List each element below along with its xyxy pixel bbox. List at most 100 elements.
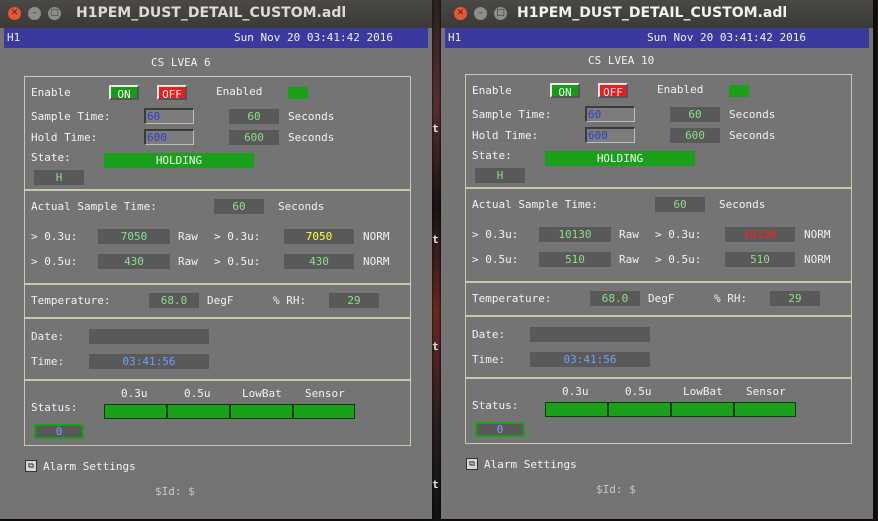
status-value: 0 (34, 424, 84, 439)
alarm-settings-button[interactable]: Alarm Settings (43, 460, 136, 473)
time-label: Time: (472, 353, 506, 366)
norm-label: NORM (363, 230, 390, 243)
site-label: H1 (7, 31, 21, 44)
norm-size-label: > 0.3u: (214, 230, 261, 243)
maximize-icon[interactable]: □ (494, 7, 507, 20)
enable-label: Enable (472, 84, 512, 97)
titlebar[interactable]: ✕ – □ H1PEM_DUST_DETAIL_CUSTOM.adl (0, 0, 432, 28)
norm-size-label: > 0.5u: (214, 255, 261, 268)
minimize-icon[interactable]: – (474, 7, 487, 20)
status-column: LowBat (683, 385, 723, 398)
window-title: H1PEM_DUST_DETAIL_CUSTOM.adl (76, 5, 347, 21)
actual-sample-time-value: 60 (655, 197, 705, 212)
enabled-label: Enabled (657, 83, 704, 96)
temperature-label: Temperature: (31, 294, 111, 307)
size-label: > 0.3u: (472, 228, 519, 241)
state-code: H (475, 168, 525, 183)
window-lvea-6: ✕ – □ H1PEM_DUST_DETAIL_CUSTOM.adl H1 Su… (0, 0, 432, 519)
sample-time-input[interactable]: 60 (144, 108, 194, 124)
on-button[interactable]: ON (109, 85, 139, 101)
status-indicator-sensor (293, 404, 355, 419)
temperature-label: Temperature: (472, 292, 552, 305)
size-label: > 0.5u: (31, 255, 78, 268)
size-label: > 0.5u: (472, 253, 519, 266)
off-button[interactable]: OFF (157, 85, 187, 101)
humidity-value: 29 (329, 293, 379, 308)
status-column: 0.3u (562, 385, 589, 398)
norm-count: 430 (284, 254, 354, 269)
raw-count: 510 (539, 252, 611, 267)
location-title: CS LVEA 10 (588, 54, 655, 67)
off-button[interactable]: OFF (598, 83, 628, 99)
date-label: Date: (31, 330, 65, 343)
enabled-indicator (729, 85, 749, 97)
time-value: 03:41:56 (89, 354, 209, 369)
site-label: H1 (448, 31, 462, 44)
status-indicator-lowbat (230, 404, 293, 419)
temperature-unit: DegF (207, 294, 234, 307)
status-indicator-sensor (734, 402, 796, 417)
footer-id: $Id: $ (155, 485, 195, 498)
hold-time-label: Hold Time: (31, 131, 98, 144)
hold-time-value: 600 (670, 128, 720, 143)
footer-id: $Id: $ (596, 483, 636, 496)
status-value: 0 (475, 422, 525, 437)
maximize-icon[interactable]: □ (48, 7, 61, 20)
header-bar: H1 Sun Nov 20 03:41:42 2016 (445, 28, 869, 48)
close-icon[interactable]: ✕ (454, 7, 467, 20)
norm-label: NORM (363, 255, 390, 268)
status-indicator-0-3u (545, 402, 608, 417)
raw-label: Raw (178, 255, 198, 268)
sample-time-value: 60 (229, 109, 279, 124)
norm-size-label: > 0.5u: (655, 253, 702, 266)
norm-count: 7050 (284, 229, 354, 244)
desktop-edge-mark: t (432, 233, 439, 246)
status-column: 0.5u (184, 387, 211, 400)
alarm-settings-icon[interactable]: ⧉ (466, 458, 478, 470)
location-title: CS LVEA 6 (151, 56, 211, 69)
norm-count: 10130 (725, 227, 795, 242)
hold-time-value: 600 (229, 130, 279, 145)
sample-time-value: 60 (670, 107, 720, 122)
time-label: Time: (31, 355, 65, 368)
actual-sample-time-label: Actual Sample Time: (472, 198, 598, 211)
hold-time-input[interactable]: 600 (144, 129, 194, 145)
enable-label: Enable (31, 86, 71, 99)
status-label: Status: (472, 399, 519, 412)
minimize-icon[interactable]: – (28, 7, 41, 20)
norm-label: NORM (804, 228, 831, 241)
desktop-edge-mark: t (432, 122, 439, 135)
time-value: 03:41:56 (530, 352, 650, 367)
hold-time-unit: Seconds (729, 129, 776, 142)
status-indicator-0-5u (167, 404, 230, 419)
alarm-settings-button[interactable]: Alarm Settings (484, 458, 577, 471)
state-code: H (34, 170, 84, 185)
hold-time-input[interactable]: 600 (585, 127, 635, 143)
norm-count: 510 (725, 252, 795, 267)
window-lvea-10: ✕ – □ H1PEM_DUST_DETAIL_CUSTOM.adl H1 Su… (441, 0, 873, 519)
close-icon[interactable]: ✕ (8, 7, 21, 20)
desktop-edge-mark: t (432, 478, 439, 491)
raw-label: Raw (619, 228, 639, 241)
temperature-value: 68.0 (590, 291, 640, 306)
date-value (89, 329, 209, 344)
date-label: Date: (472, 328, 506, 341)
titlebar[interactable]: ✕ – □ H1PEM_DUST_DETAIL_CUSTOM.adl (441, 0, 873, 28)
header-datetime: Sun Nov 20 03:41:42 2016 (234, 31, 393, 44)
status-indicator-0-5u (608, 402, 671, 417)
hold-time-label: Hold Time: (472, 129, 539, 142)
humidity-label: % RH: (714, 292, 748, 305)
state-bar: HOLDING (104, 153, 254, 168)
alarm-settings-icon[interactable]: ⧉ (25, 460, 37, 472)
on-button[interactable]: ON (550, 83, 580, 99)
status-column: 0.3u (121, 387, 148, 400)
header-bar: H1 Sun Nov 20 03:41:42 2016 (4, 28, 428, 48)
sample-time-input[interactable]: 60 (585, 106, 635, 122)
raw-count: 430 (98, 254, 170, 269)
temperature-unit: DegF (648, 292, 675, 305)
status-column: Sensor (746, 385, 786, 398)
raw-label: Raw (619, 253, 639, 266)
status-indicator-lowbat (671, 402, 734, 417)
actual-sample-time-label: Actual Sample Time: (31, 200, 157, 213)
actual-sample-time-value: 60 (214, 199, 264, 214)
